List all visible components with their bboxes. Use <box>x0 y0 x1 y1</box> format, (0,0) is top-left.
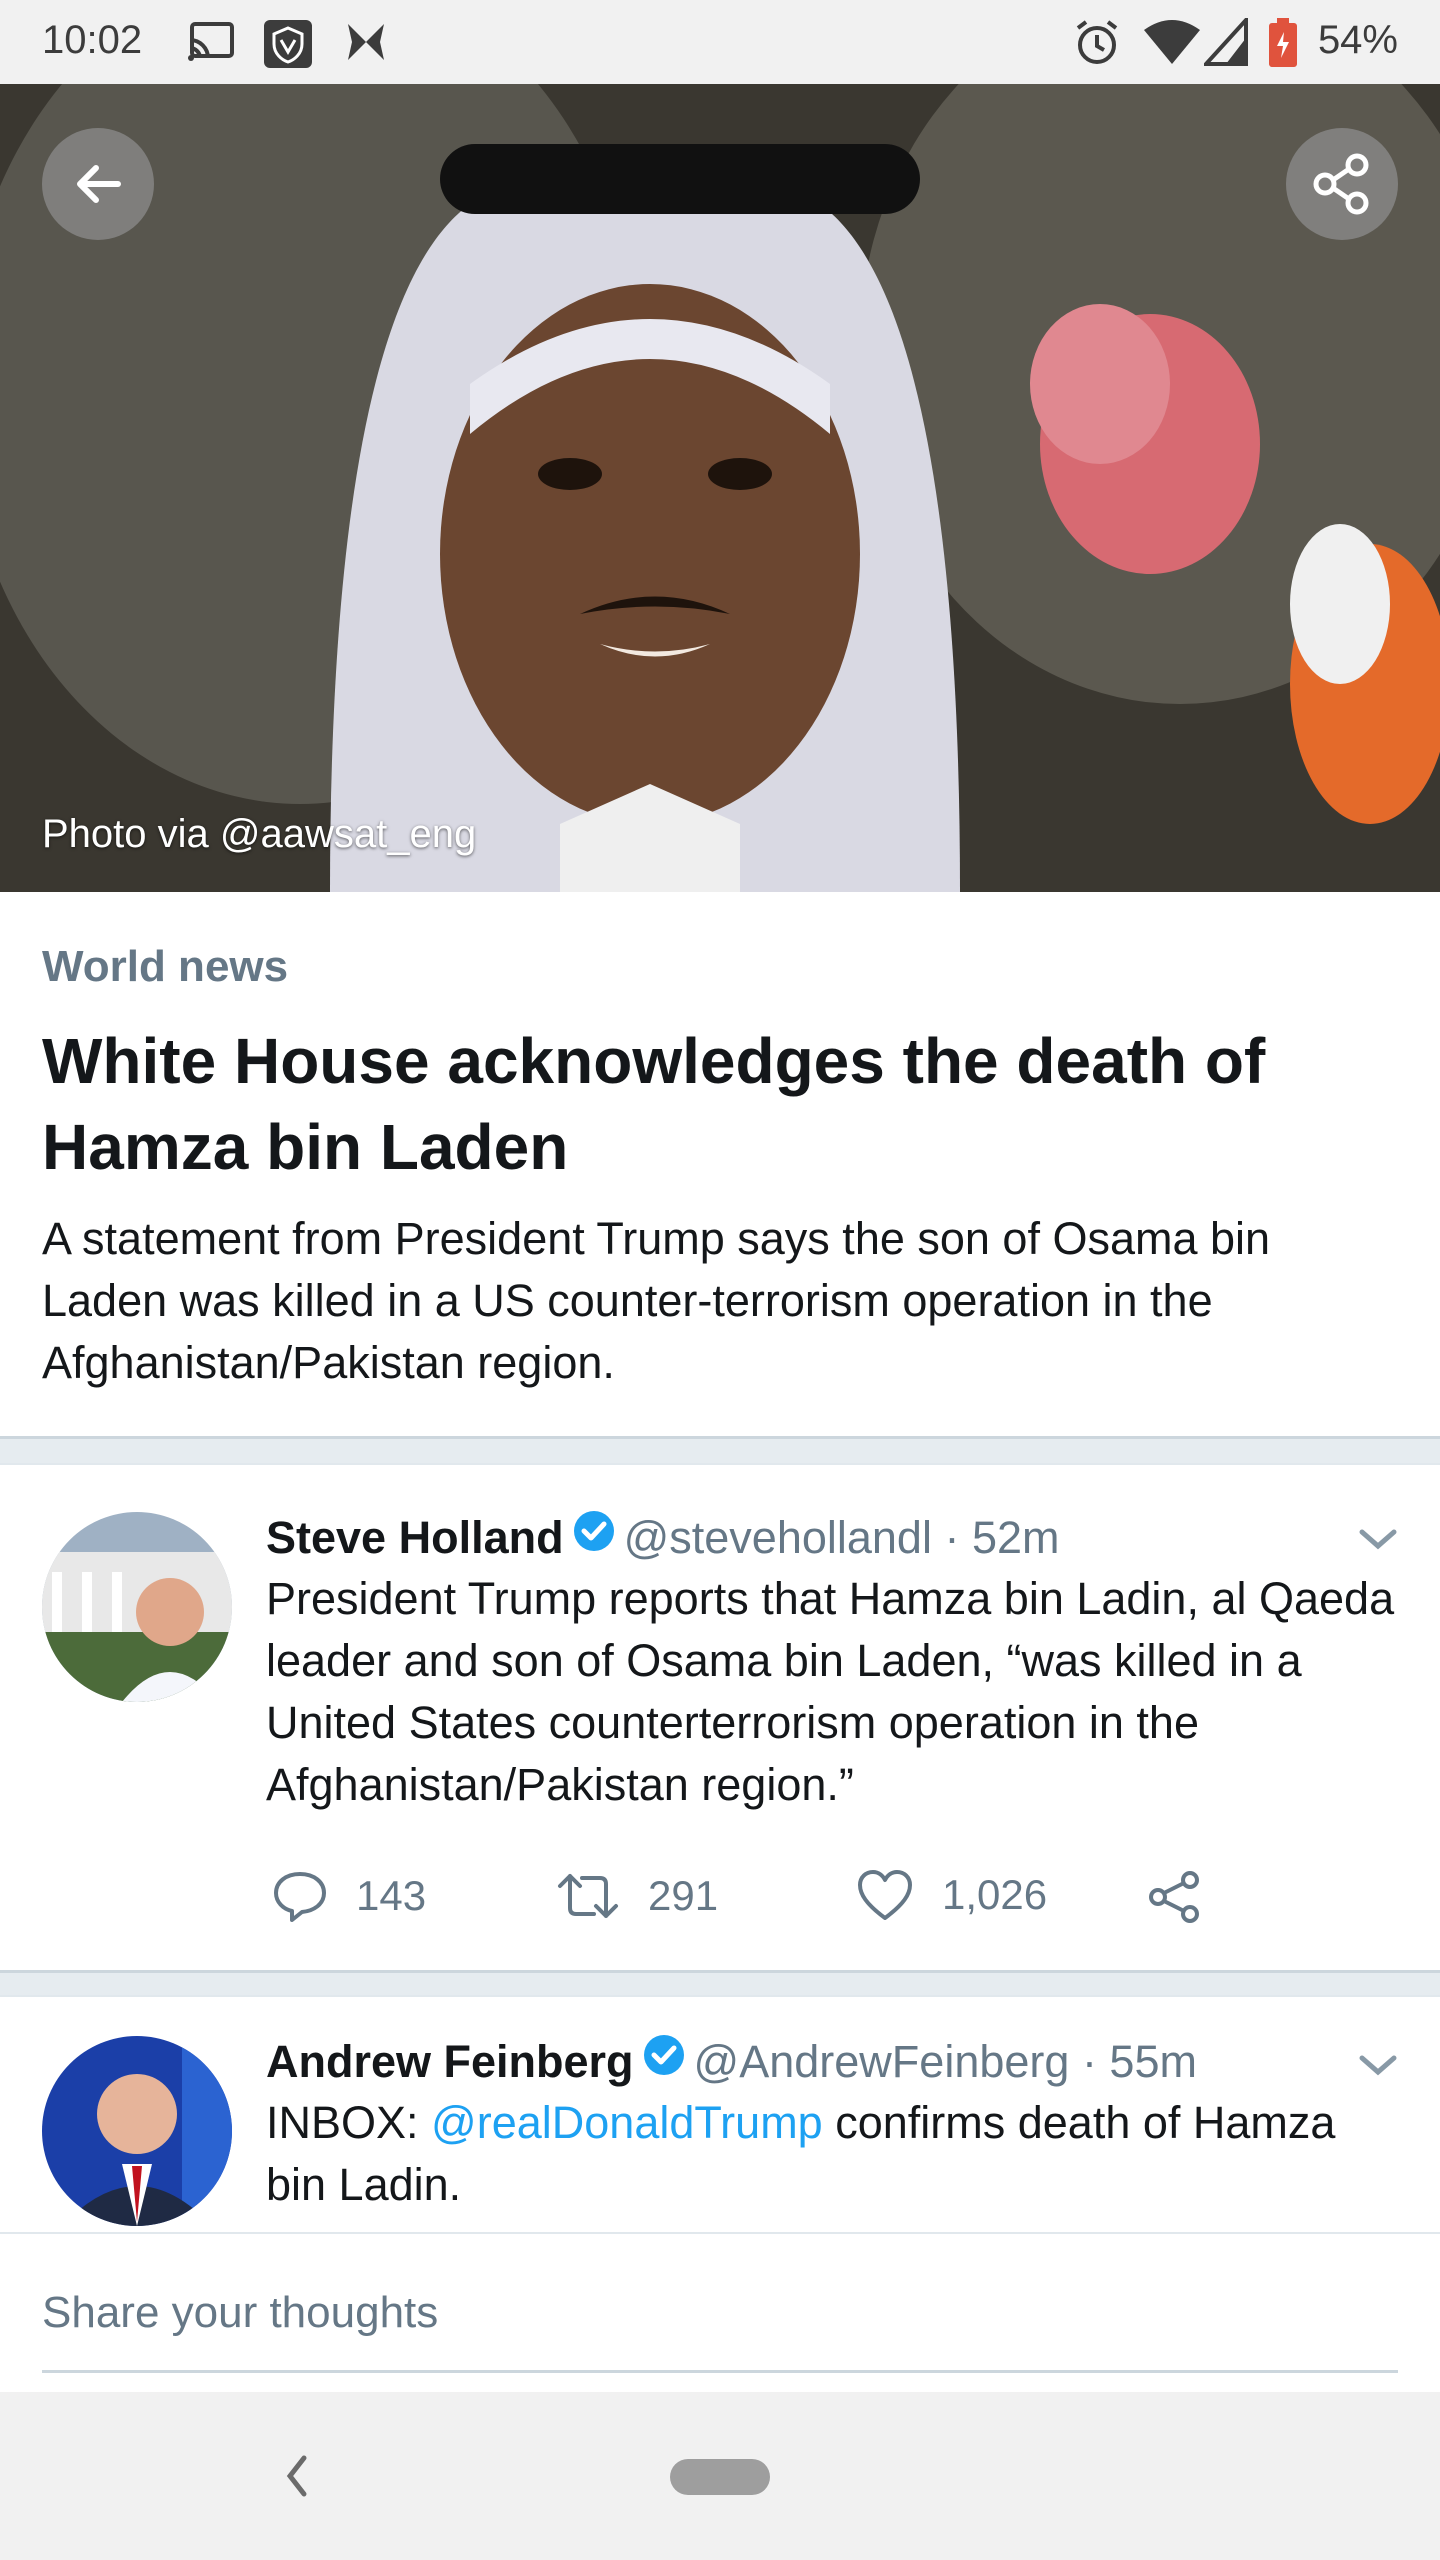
divider <box>0 1436 1440 1465</box>
chevron-down-icon[interactable] <box>1356 1518 1400 1567</box>
status-bar: 10:02 54% <box>0 0 1440 84</box>
tweet-time: · 52m <box>944 1512 1060 1563</box>
photo-caption: Photo via @aawsat_eng <box>42 812 477 856</box>
reply-icon <box>274 1872 326 1922</box>
arrow-left-icon <box>77 165 121 203</box>
butterfly-icon <box>342 18 390 71</box>
heart-icon <box>858 1870 912 1920</box>
tweet-text: INBOX: @realDonaldTrump confirms death o… <box>266 2092 1406 2216</box>
battery-icon <box>1268 18 1298 73</box>
input-underline <box>42 2370 1398 2373</box>
tweet-time: · 55m <box>1081 2036 1197 2087</box>
alarm-icon <box>1072 18 1122 73</box>
signal-icon <box>1201 14 1248 71</box>
battery-percentage: 54% <box>1317 18 1398 62</box>
tweet-card[interactable]: Andrew Feinberg @AndrewFeinberg · 55m INB… <box>0 1994 1440 2232</box>
back-button[interactable] <box>42 128 154 240</box>
verified-badge-icon <box>642 2032 686 2092</box>
status-time: 10:02 <box>42 18 143 62</box>
cast-icon <box>186 18 238 71</box>
tweet-share-button[interactable] <box>1146 1868 1232 1926</box>
verified-badge-icon <box>572 1508 616 1568</box>
chevron-down-icon[interactable] <box>1356 2044 1400 2093</box>
avatar[interactable] <box>42 2036 232 2226</box>
like-count: 1,026 <box>942 1871 1048 1918</box>
mention-link[interactable]: @realDonaldTrump <box>431 2097 823 2148</box>
share-button[interactable] <box>1286 128 1398 240</box>
article-summary: A statement from President Trump says th… <box>42 1213 1271 1388</box>
reply-button[interactable]: 143 <box>272 1868 426 1924</box>
retweet-button[interactable]: 291 <box>556 1868 718 1924</box>
tweet-text-prefix: INBOX: <box>266 2097 432 2148</box>
reply-count: 143 <box>356 1872 427 1919</box>
tweet-card[interactable]: Steve Holland @stevehollandl · 52m Presid… <box>0 1462 1440 1970</box>
author-name[interactable]: Steve Holland <box>266 1512 564 1563</box>
avatar[interactable] <box>42 1512 232 1702</box>
author-handle[interactable]: @stevehollandl <box>624 1512 932 1563</box>
tweet-actions: 143 291 1,026 <box>266 1868 1266 1938</box>
share-icon <box>1313 153 1369 215</box>
author-handle[interactable]: @AndrewFeinberg <box>694 2036 1070 2087</box>
article-headline: White House acknowledges the death of Ha… <box>42 1025 1266 1183</box>
wifi-icon <box>1144 18 1200 71</box>
nav-back-icon[interactable] <box>276 2444 316 2513</box>
retweet-icon <box>558 1874 618 1918</box>
divider <box>0 1970 1440 1997</box>
nav-home-pill[interactable] <box>670 2459 770 2495</box>
tweet-header: Steve Holland @stevehollandl · 52m <box>266 1508 1060 1574</box>
vpn-shield-icon <box>262 18 314 75</box>
tweet-text: President Trump reports that Hamza bin L… <box>266 1573 1395 1810</box>
hero-photo <box>0 84 1440 892</box>
reply-composer[interactable]: Share your thoughts <box>0 2232 1440 2394</box>
like-button[interactable]: 1,026 <box>856 1868 1047 1922</box>
retweet-count: 291 <box>648 1872 719 1919</box>
article-hero-image[interactable]: Photo via @aawsat_eng <box>0 84 1440 892</box>
section-label: World news <box>42 942 289 991</box>
share-thoughts-input[interactable]: Share your thoughts <box>42 2288 438 2338</box>
tweet-header: Andrew Feinberg @AndrewFeinberg · 55m <box>266 2032 1197 2098</box>
share-icon <box>1149 1871 1199 1923</box>
author-name[interactable]: Andrew Feinberg <box>266 2036 634 2087</box>
